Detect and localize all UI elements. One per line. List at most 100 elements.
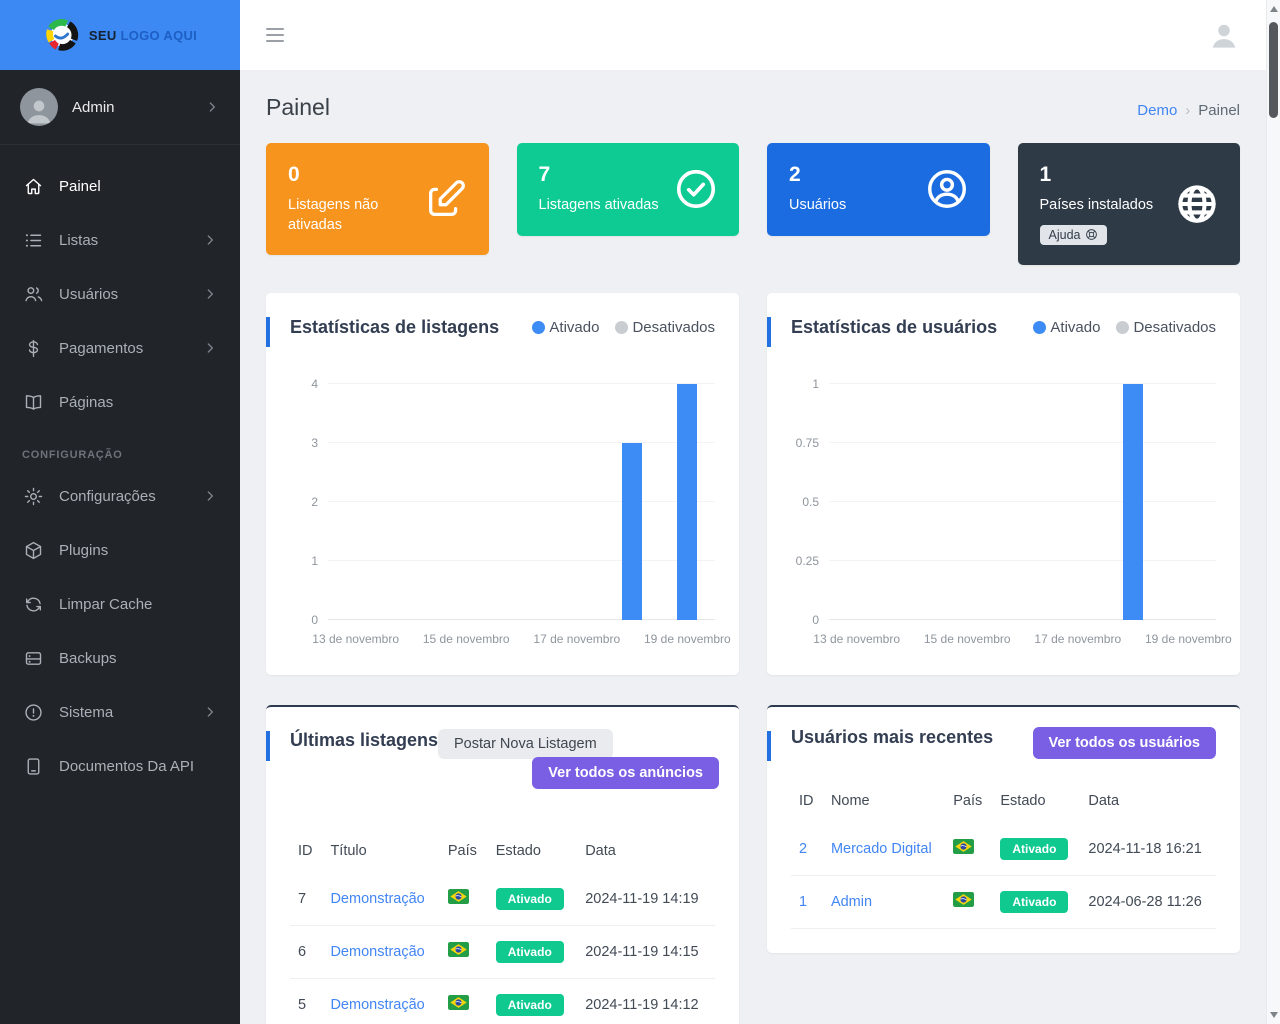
user-name-link[interactable]: Mercado Digital: [831, 841, 932, 857]
listing-title-link[interactable]: Demonstração: [330, 891, 424, 907]
sidebar-user-menu[interactable]: Admin: [0, 70, 240, 145]
column-header-data: Data: [577, 835, 715, 873]
cell-date: 2024-06-28 11:26: [1080, 875, 1216, 928]
legend-item-desativados[interactable]: Desativados: [615, 319, 715, 336]
y-tick-label: 0: [812, 613, 819, 627]
view-all-listings-button[interactable]: Ver todos os anúncios: [532, 757, 719, 789]
stat-label: Usuários: [789, 196, 921, 216]
help-badge[interactable]: Ajuda: [1040, 225, 1108, 245]
tables-row: Últimas listagens Postar Nova Listagem V…: [266, 705, 1240, 1024]
latest-listings-header: Últimas listagens Postar Nova Listagem V…: [290, 727, 715, 809]
plot-area: 13 de novembro15 de novembro17 de novemb…: [829, 384, 1216, 620]
cell-status: Ativado: [488, 925, 577, 978]
sidebar-item-usuarios[interactable]: Usuários: [0, 267, 240, 321]
column-header-id: ID: [290, 835, 322, 873]
gridline: [328, 383, 715, 384]
sidebar-item-pagamentos[interactable]: Pagamentos: [0, 321, 240, 375]
page-title: Painel: [266, 94, 330, 121]
column-header-título: Título: [322, 835, 439, 873]
chevron-right-icon: [202, 340, 218, 356]
sidebar-item-documentos-api[interactable]: Documentos Da API: [0, 739, 240, 793]
column-header-estado: Estado: [488, 835, 577, 873]
brazil-flag-icon: [448, 995, 469, 1010]
post-new-listing-button[interactable]: Postar Nova Listagem: [438, 729, 613, 759]
id-link[interactable]: 2: [799, 841, 807, 857]
legend-item-desativados[interactable]: Desativados: [1116, 319, 1216, 336]
bar-18-de-novembro: [622, 443, 642, 620]
cell-country: [440, 925, 488, 978]
status-badge: Ativado: [496, 941, 564, 963]
breadcrumb-link-demo[interactable]: Demo: [1137, 102, 1177, 119]
x-tick-label: 19 de novembro: [1145, 632, 1232, 646]
gridline: [328, 501, 715, 502]
cell-date: 2024-11-19 14:19: [577, 873, 715, 926]
y-tick-label: 4: [311, 377, 318, 391]
y-tick-label: 0.75: [796, 436, 819, 450]
legend-dot: [1033, 321, 1046, 334]
stat-label: Listagens ativadas: [539, 196, 671, 216]
topbar-avatar[interactable]: [1208, 19, 1240, 51]
cell-country: [440, 873, 488, 926]
stat-label: Listagens não ativadas: [288, 196, 420, 235]
legend-item-ativado[interactable]: Ativado: [532, 319, 599, 336]
view-all-users-button[interactable]: Ver todos os usuários: [1033, 727, 1217, 759]
table-row: 7DemonstraçãoAtivado2024-11-19 14:19: [290, 873, 715, 926]
content: Painel Demo › Painel 0Listagens não ativ…: [240, 70, 1266, 1024]
chevron-right-icon: [204, 99, 220, 115]
cell-title: Admin: [823, 875, 945, 928]
y-tick-label: 0: [311, 613, 318, 627]
sidebar-item-configuracoes[interactable]: Configurações: [0, 469, 240, 523]
y-tick-label: 3: [311, 436, 318, 450]
sidebar-item-sistema[interactable]: Sistema: [0, 685, 240, 739]
cell-id[interactable]: 1: [791, 875, 823, 928]
y-tick-label: 0.25: [796, 554, 819, 568]
gridline: [328, 619, 715, 620]
charts-row: Estatísticas de listagens AtivadoDesativ…: [266, 293, 1240, 675]
sidebar-item-plugins[interactable]: Plugins: [0, 523, 240, 577]
vertical-scrollbar[interactable]: [1266, 0, 1280, 1024]
gridline: [829, 560, 1216, 561]
sidebar-item-painel[interactable]: Painel: [0, 159, 240, 213]
doc-icon: [22, 756, 44, 777]
stat-card-countries: 1Países instaladosAjuda: [1018, 143, 1241, 265]
y-axis: 00.250.50.751: [791, 384, 829, 620]
legend-dot: [1116, 321, 1129, 334]
sidebar-item-backups[interactable]: Backups: [0, 631, 240, 685]
x-tick-label: 17 de novembro: [533, 632, 620, 646]
scrollbar-thumb[interactable]: [1269, 22, 1278, 118]
scroll-up-arrow-icon[interactable]: [1270, 6, 1278, 12]
drive-icon: [22, 648, 44, 669]
sidebar-item-label: Limpar Cache: [59, 596, 218, 613]
brazil-flag-icon: [953, 892, 974, 907]
hamburger-menu-icon[interactable]: [266, 28, 284, 42]
home-icon: [22, 176, 44, 197]
status-badge: Ativado: [1000, 891, 1068, 913]
recent-users-table: IDNomePaísEstadoData2Mercado DigitalAtiv…: [791, 785, 1216, 929]
status-badge: Ativado: [496, 888, 564, 910]
card-accent: [767, 317, 771, 347]
user-name-link[interactable]: Admin: [831, 894, 872, 910]
sidebar-section-label: CONFIGURAÇÃO: [0, 449, 240, 461]
table-row: 1 Admin Ativado 2024-06-28 11:26: [791, 875, 1216, 928]
sidebar-item-label: Documentos Da API: [59, 758, 218, 775]
sidebar-item-listas[interactable]: Listas: [0, 213, 240, 267]
id-link[interactable]: 1: [799, 894, 807, 910]
legend-item-ativado[interactable]: Ativado: [1033, 319, 1100, 336]
listing-title-link[interactable]: Demonstração: [330, 997, 424, 1013]
cell-id[interactable]: 2: [791, 823, 823, 876]
stat-cards-row: 0Listagens não ativadas7Listagens ativad…: [266, 143, 1240, 265]
listings-chart-card: Estatísticas de listagens AtivadoDesativ…: [266, 293, 739, 675]
listings-bar-chart: 0123413 de novembro15 de novembro17 de n…: [290, 384, 715, 620]
listing-title-link[interactable]: Demonstração: [330, 944, 424, 960]
cell-title: Mercado Digital: [823, 823, 945, 876]
cell-country: [945, 823, 992, 876]
logo-header[interactable]: SEU LOGO AQUI: [0, 0, 240, 70]
cell-status: Ativado: [488, 873, 577, 926]
legend-label: Desativados: [632, 319, 715, 336]
gridline: [328, 560, 715, 561]
sidebar-item-limpar-cache[interactable]: Limpar Cache: [0, 577, 240, 631]
scroll-down-arrow-icon[interactable]: [1270, 1012, 1278, 1018]
legend-label: Ativado: [549, 319, 599, 336]
sidebar-item-paginas[interactable]: Páginas: [0, 375, 240, 429]
users-chart-title: Estatísticas de usuários: [791, 317, 997, 338]
